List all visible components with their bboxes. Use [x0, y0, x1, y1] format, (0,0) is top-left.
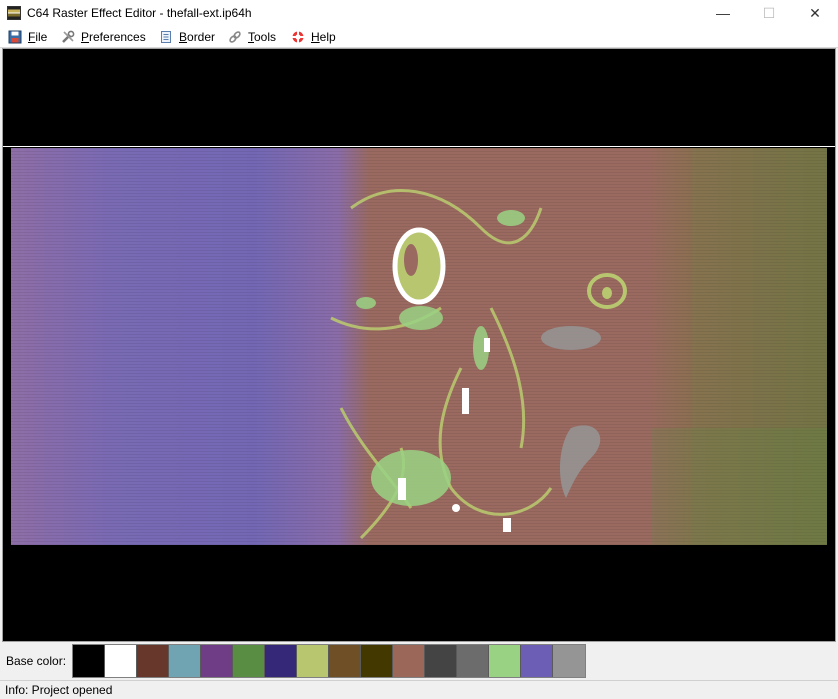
status-bar: Info: Project opened — [0, 680, 838, 699]
floppy-disk-icon — [8, 30, 22, 44]
menu-preferences-label: Preferences — [81, 29, 146, 44]
menu-help-label: Help — [311, 29, 336, 44]
color-swatch-1[interactable] — [105, 645, 137, 677]
color-swatch-9[interactable] — [361, 645, 393, 677]
title-bar: C64 Raster Effect Editor - thefall-ext.i… — [0, 0, 838, 26]
color-palette — [72, 644, 586, 678]
menu-file-label: File — [28, 29, 48, 44]
status-text: Info: Project opened — [5, 683, 113, 697]
editor-canvas[interactable] — [2, 48, 836, 642]
maximize-button[interactable]: ☐ — [746, 0, 792, 26]
raster-line-marker[interactable] — [3, 146, 835, 147]
bitmap-picture[interactable] — [11, 148, 827, 545]
color-swatch-10[interactable] — [393, 645, 425, 677]
link-icon — [228, 30, 242, 44]
c64-screen[interactable] — [3, 49, 835, 641]
color-swatch-7[interactable] — [297, 645, 329, 677]
app-icon — [7, 6, 21, 20]
menu-tools[interactable]: Tools — [228, 26, 276, 47]
menu-preferences[interactable]: Preferences — [61, 26, 146, 47]
color-swatch-0[interactable] — [73, 645, 105, 677]
document-icon — [159, 30, 173, 44]
palette-row: Base color: — [0, 643, 838, 679]
color-swatch-11[interactable] — [425, 645, 457, 677]
color-swatch-3[interactable] — [169, 645, 201, 677]
color-swatch-15[interactable] — [553, 645, 585, 677]
menu-tools-label: Tools — [248, 29, 277, 44]
tools-icon — [61, 30, 75, 44]
color-swatch-5[interactable] — [233, 645, 265, 677]
color-swatch-12[interactable] — [457, 645, 489, 677]
menu-help[interactable]: Help — [291, 26, 336, 47]
color-swatch-4[interactable] — [201, 645, 233, 677]
color-swatch-8[interactable] — [329, 645, 361, 677]
lifebuoy-icon — [291, 30, 305, 44]
close-button[interactable]: ✕ — [792, 0, 838, 26]
color-swatch-13[interactable] — [489, 645, 521, 677]
color-swatch-14[interactable] — [521, 645, 553, 677]
menu-bar: File Preferences Border Tools Help — [0, 26, 838, 47]
menu-border[interactable]: Border — [159, 26, 215, 47]
menu-file[interactable]: File — [8, 26, 47, 47]
base-color-label: Base color: — [6, 654, 67, 668]
color-swatch-6[interactable] — [265, 645, 297, 677]
color-swatch-2[interactable] — [137, 645, 169, 677]
menu-border-label: Border — [179, 29, 216, 44]
picture-artwork — [330, 148, 827, 545]
window-title: C64 Raster Effect Editor - thefall-ext.i… — [27, 6, 252, 20]
minimize-button[interactable]: — — [700, 0, 746, 26]
